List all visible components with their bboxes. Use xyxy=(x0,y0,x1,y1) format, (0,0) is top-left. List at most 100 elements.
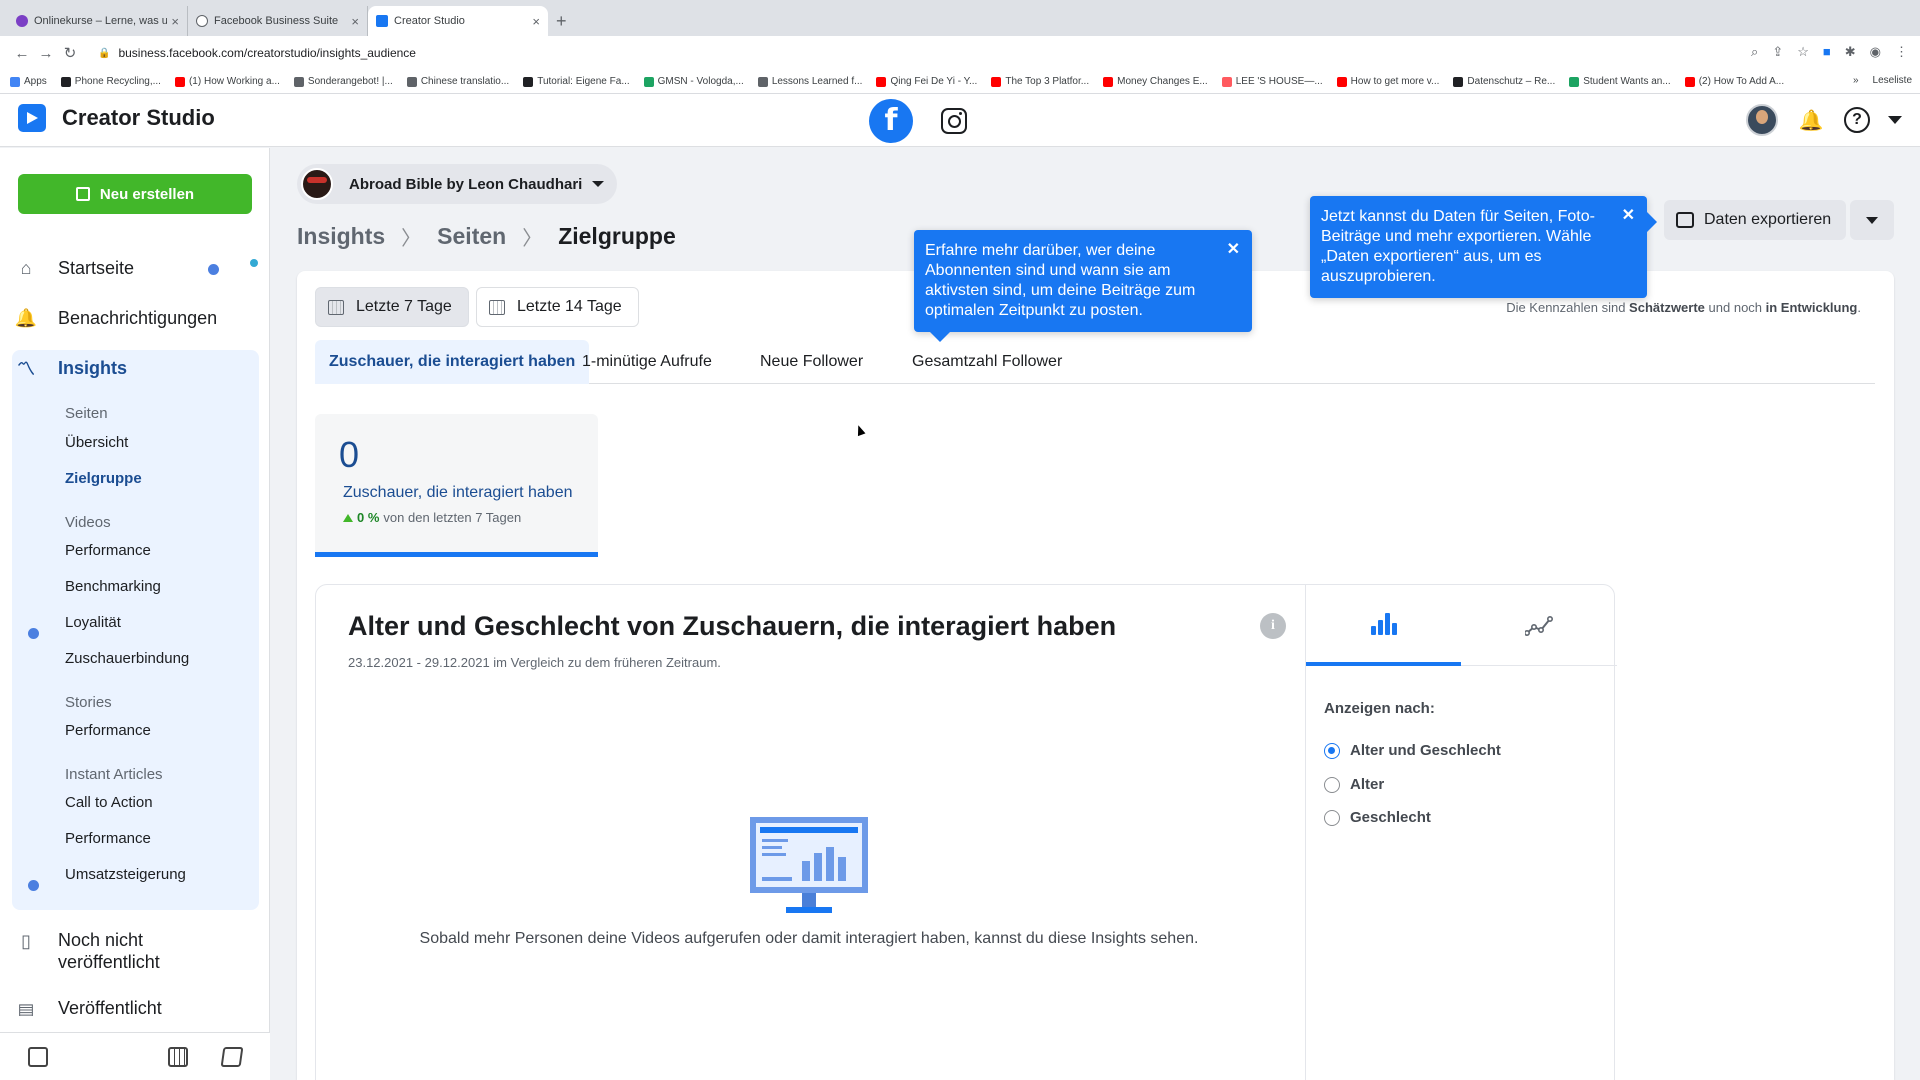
browser-menu-icon[interactable]: ⋮ xyxy=(1895,44,1908,60)
line-chart-tab[interactable] xyxy=(1461,585,1616,666)
back-icon[interactable]: ← xyxy=(10,45,34,62)
bookmark-item[interactable]: (2) How To Add A... xyxy=(1684,76,1784,87)
sidebar-item-loyalty[interactable]: Loyalität xyxy=(65,614,121,631)
sidebar-item-insights[interactable]: 〽 Insights xyxy=(14,356,127,380)
zoom-icon[interactable]: ⌕ xyxy=(1751,44,1758,60)
option-gender[interactable]: Geschlecht xyxy=(1324,809,1431,826)
sidebar-item-home[interactable]: ⌂ Startseite xyxy=(14,256,134,280)
avatar[interactable] xyxy=(1746,104,1778,136)
sidebar-item-notifications[interactable]: 🔔 Benachrichtigungen xyxy=(14,306,217,330)
facebook-platform-button[interactable]: f xyxy=(869,98,913,143)
info-icon[interactable]: i xyxy=(1260,613,1286,639)
kpi-label: Zuschauer, die interagiert haben xyxy=(343,484,573,501)
close-icon[interactable]: ✕ xyxy=(1227,240,1240,260)
kpi-card[interactable]: 0 Zuschauer, die interagiert haben 0 % v… xyxy=(315,414,598,557)
bookmark-label: Tutorial: Eigene Fa... xyxy=(537,76,630,87)
published-icon: ▤ xyxy=(17,999,35,1017)
more-bookmarks-icon[interactable]: » xyxy=(1853,75,1859,86)
extension-facebook-icon[interactable]: ■ xyxy=(1823,44,1831,60)
creator-studio-icon xyxy=(18,104,46,132)
bookmark-item[interactable]: The Top 3 Platfor... xyxy=(991,76,1089,87)
table-view-icon[interactable] xyxy=(168,1047,188,1067)
close-tab-icon[interactable]: × xyxy=(171,14,179,29)
bookmark-item[interactable]: Lessons Learned f... xyxy=(757,76,862,87)
radio-selected-icon[interactable] xyxy=(1324,742,1340,759)
bookmark-item[interactable]: Datenschutz – Re... xyxy=(1453,76,1555,87)
sidebar-item-audience[interactable]: Zielgruppe xyxy=(65,470,142,487)
sidebar-item-label: Veröffentlicht xyxy=(58,998,162,1016)
page-selector[interactable]: Abroad Bible by Leon Chaudhari xyxy=(297,164,617,204)
bookmark-item[interactable]: Sonderangebot! |... xyxy=(293,76,393,87)
bookmark-item[interactable]: (1) How Working a... xyxy=(174,76,280,87)
sidebar-item-video-performance[interactable]: Performance xyxy=(65,542,151,559)
breadcrumb-insights[interactable]: Insights xyxy=(297,223,385,250)
bookmark-item[interactable]: Student Wants an... xyxy=(1569,76,1671,87)
range-last-7-days[interactable]: Letzte 7 Tage xyxy=(315,287,469,327)
sidebar-item-stories-performance[interactable]: Performance xyxy=(65,722,151,739)
bookmark-item[interactable]: Chinese translatio... xyxy=(406,76,509,87)
bookmark-item[interactable]: How to get more v... xyxy=(1336,76,1439,87)
bookmark-favicon-icon xyxy=(174,76,185,87)
radio-icon[interactable] xyxy=(1324,776,1340,793)
sidebar-item-audience-retention[interactable]: Zuschauerbindung xyxy=(65,650,189,667)
book-icon[interactable] xyxy=(220,1047,244,1067)
extensions-icon[interactable]: ✱ xyxy=(1845,44,1856,60)
option-age-and-gender[interactable]: Alter und Geschlecht xyxy=(1324,742,1501,759)
tab-total-followers[interactable]: Gesamtzahl Follower xyxy=(898,340,1076,384)
sidebar-item-benchmarking[interactable]: Benchmarking xyxy=(65,578,161,595)
sidebar-item-unpublished[interactable]: ▯ Noch nicht veröffentlicht xyxy=(14,929,198,973)
url-field[interactable]: 🔒 business.facebook.com/creatorstudio/in… xyxy=(98,46,416,60)
breadcrumb-pages[interactable]: Seiten xyxy=(437,223,506,250)
forward-icon[interactable]: → xyxy=(34,45,58,62)
reading-list-button[interactable]: Leseliste xyxy=(1873,75,1912,86)
reload-icon[interactable]: ↻ xyxy=(58,44,82,62)
browser-tab[interactable]: Facebook Business Suite × xyxy=(188,6,368,36)
page-name: Abroad Bible by Leon Chaudhari xyxy=(349,175,583,193)
bookmark-item[interactable]: Phone Recycling,... xyxy=(60,76,161,87)
bookmark-item[interactable]: GMSN - Vologda,... xyxy=(643,76,744,87)
section-label-videos: Videos xyxy=(65,514,111,531)
instagram-icon[interactable] xyxy=(941,107,967,134)
sidebar-item-ia-performance[interactable]: Performance xyxy=(65,830,151,847)
star-icon[interactable]: ☆ xyxy=(1797,44,1809,60)
bookmark-item[interactable]: Apps xyxy=(10,76,47,87)
sidebar-footer xyxy=(0,1032,270,1080)
bell-icon[interactable]: 🔔 xyxy=(1796,105,1826,135)
tab-engaged-viewers[interactable]: Zuschauer, die interagiert haben xyxy=(315,340,590,384)
collapse-sidebar-icon[interactable] xyxy=(28,1047,48,1067)
bell-icon: 🔔 xyxy=(14,307,38,328)
line-chart-icon xyxy=(1524,615,1553,636)
help-icon[interactable]: ? xyxy=(1844,107,1870,133)
sidebar-item-overview[interactable]: Übersicht xyxy=(65,434,128,451)
export-options-button[interactable] xyxy=(1850,200,1894,240)
option-age[interactable]: Alter xyxy=(1324,776,1384,793)
browser-tab[interactable]: Onlinekurse – Lerne, was und w × xyxy=(8,6,188,36)
bookmark-item[interactable]: Qing Fei De Yi - Y... xyxy=(876,76,977,87)
close-tab-icon[interactable]: × xyxy=(351,14,359,29)
bookmark-item[interactable]: Tutorial: Eigene Fa... xyxy=(523,76,630,87)
export-tooltip: Jetzt kannst du Daten für Seiten, Foto-B… xyxy=(1310,196,1657,298)
sidebar-item-published[interactable]: ▤ Veröffentlicht xyxy=(14,998,162,1017)
bookmark-item[interactable]: Money Changes E... xyxy=(1103,76,1208,87)
bar-chart-tab[interactable] xyxy=(1306,585,1461,666)
bookmark-item[interactable]: LEE 'S HOUSE—... xyxy=(1221,76,1323,87)
new-tab-icon[interactable]: + xyxy=(556,6,567,36)
range-label: Letzte 14 Tage xyxy=(517,298,622,315)
share-icon[interactable]: ⇪ xyxy=(1772,44,1783,60)
close-tab-icon[interactable]: × xyxy=(532,14,540,29)
radio-icon[interactable] xyxy=(1324,809,1340,826)
sidebar-item-revenue[interactable]: Umsatzsteigerung xyxy=(65,866,186,883)
range-last-14-days[interactable]: Letzte 14 Tage xyxy=(476,287,639,327)
close-icon[interactable]: ✕ xyxy=(1622,206,1635,226)
profile-icon[interactable]: ◉ xyxy=(1870,44,1881,60)
kpi-delta: 0 % von den letzten 7 Tagen xyxy=(343,510,521,525)
lock-icon: 🔒 xyxy=(98,47,111,59)
export-data-button[interactable]: Daten exportieren xyxy=(1664,200,1846,240)
sidebar-item-call-to-action[interactable]: Call to Action xyxy=(65,794,153,811)
tab-new-followers[interactable]: Neue Follower xyxy=(746,340,877,384)
browser-tab-active[interactable]: Creator Studio × xyxy=(368,6,548,36)
account-menu-caret-icon[interactable] xyxy=(1888,116,1902,124)
creator-studio-logo[interactable]: Creator Studio xyxy=(18,104,215,132)
tab-one-minute-views[interactable]: 1-minütige Aufrufe xyxy=(568,340,726,384)
create-new-button[interactable]: Neu erstellen xyxy=(18,174,252,214)
